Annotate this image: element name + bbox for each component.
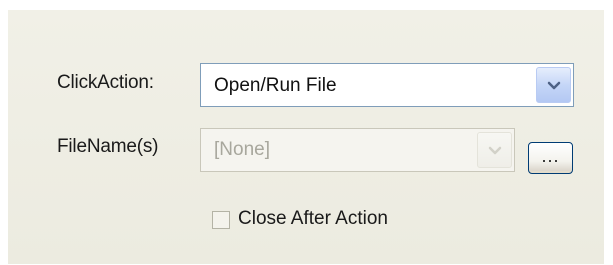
file-names-label: FileName(s): [57, 136, 159, 157]
click-action-dropdown-button[interactable]: [536, 67, 571, 103]
chevron-down-icon: [547, 81, 561, 90]
chevron-down-icon: [488, 146, 502, 155]
browse-files-button[interactable]: ...: [528, 142, 573, 174]
file-names-select[interactable]: [None]: [200, 128, 515, 172]
click-action-label: ClickAction:: [57, 72, 154, 93]
file-names-dropdown-button[interactable]: [477, 132, 512, 168]
click-action-select[interactable]: Open/Run File: [200, 63, 574, 107]
file-names-value: [None]: [214, 139, 270, 160]
close-after-action-label[interactable]: Close After Action: [238, 208, 388, 230]
settings-panel: ClickAction: Open/Run File FileName(s) […: [8, 10, 604, 264]
click-action-value: Open/Run File: [214, 75, 337, 96]
close-after-action-checkbox[interactable]: [212, 211, 230, 229]
browse-files-label: ...: [541, 146, 560, 166]
